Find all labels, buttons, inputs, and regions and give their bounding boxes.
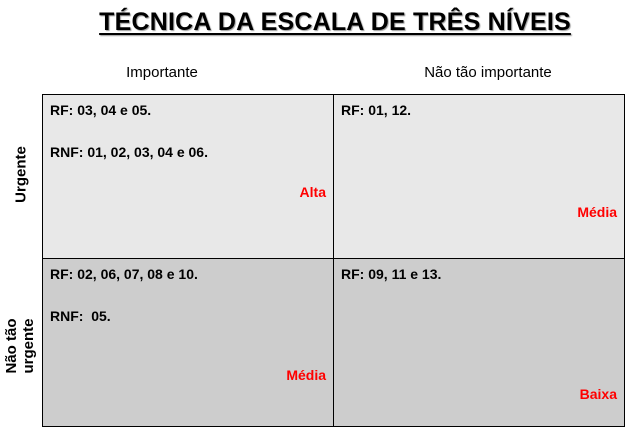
priority-matrix: RF: 03, 04 e 05. RNF: 01, 02, 03, 04 e 0… <box>42 94 625 427</box>
cell-rf-list: RF: 01, 12. <box>341 102 412 118</box>
priority-label: Média <box>577 204 617 220</box>
cell-rnf-list: RNF: 01, 02, 03, 04 e 06. <box>50 144 208 160</box>
diagram-title: TÉCNICA DA ESCALA DE TRÊS NÍVEIS <box>99 8 571 36</box>
row-header-urgent: Urgente <box>12 146 30 203</box>
column-header-important: Importante <box>126 64 198 81</box>
column-header-not-so-important: Não tão importante <box>424 64 552 81</box>
priority-label: Alta <box>299 184 326 200</box>
cell-rnf-list: RNF: 05. <box>50 308 111 324</box>
row-header-not-so-urgent: Não tão urgente <box>3 291 37 401</box>
row-header-not-so-urgent-text: Não tão urgente <box>3 318 37 374</box>
cell-not-so-urgent-not-so-important: RF: 09, 11 e 13. Baixa <box>334 259 624 426</box>
cell-rf-list: RF: 03, 04 e 05. <box>50 102 152 118</box>
cell-urgent-not-so-important: RF: 01, 12. Média <box>334 95 624 259</box>
cell-urgent-important: RF: 03, 04 e 05. RNF: 01, 02, 03, 04 e 0… <box>43 95 334 259</box>
priority-label: Média <box>286 367 326 383</box>
priority-label: Baixa <box>579 386 617 402</box>
cell-rf-list: RF: 09, 11 e 13. <box>341 266 442 282</box>
cell-rf-list: RF: 02, 06, 07, 08 e 10. <box>50 266 198 282</box>
cell-not-so-urgent-important: RF: 02, 06, 07, 08 e 10. RNF: 05. Média <box>43 259 334 426</box>
